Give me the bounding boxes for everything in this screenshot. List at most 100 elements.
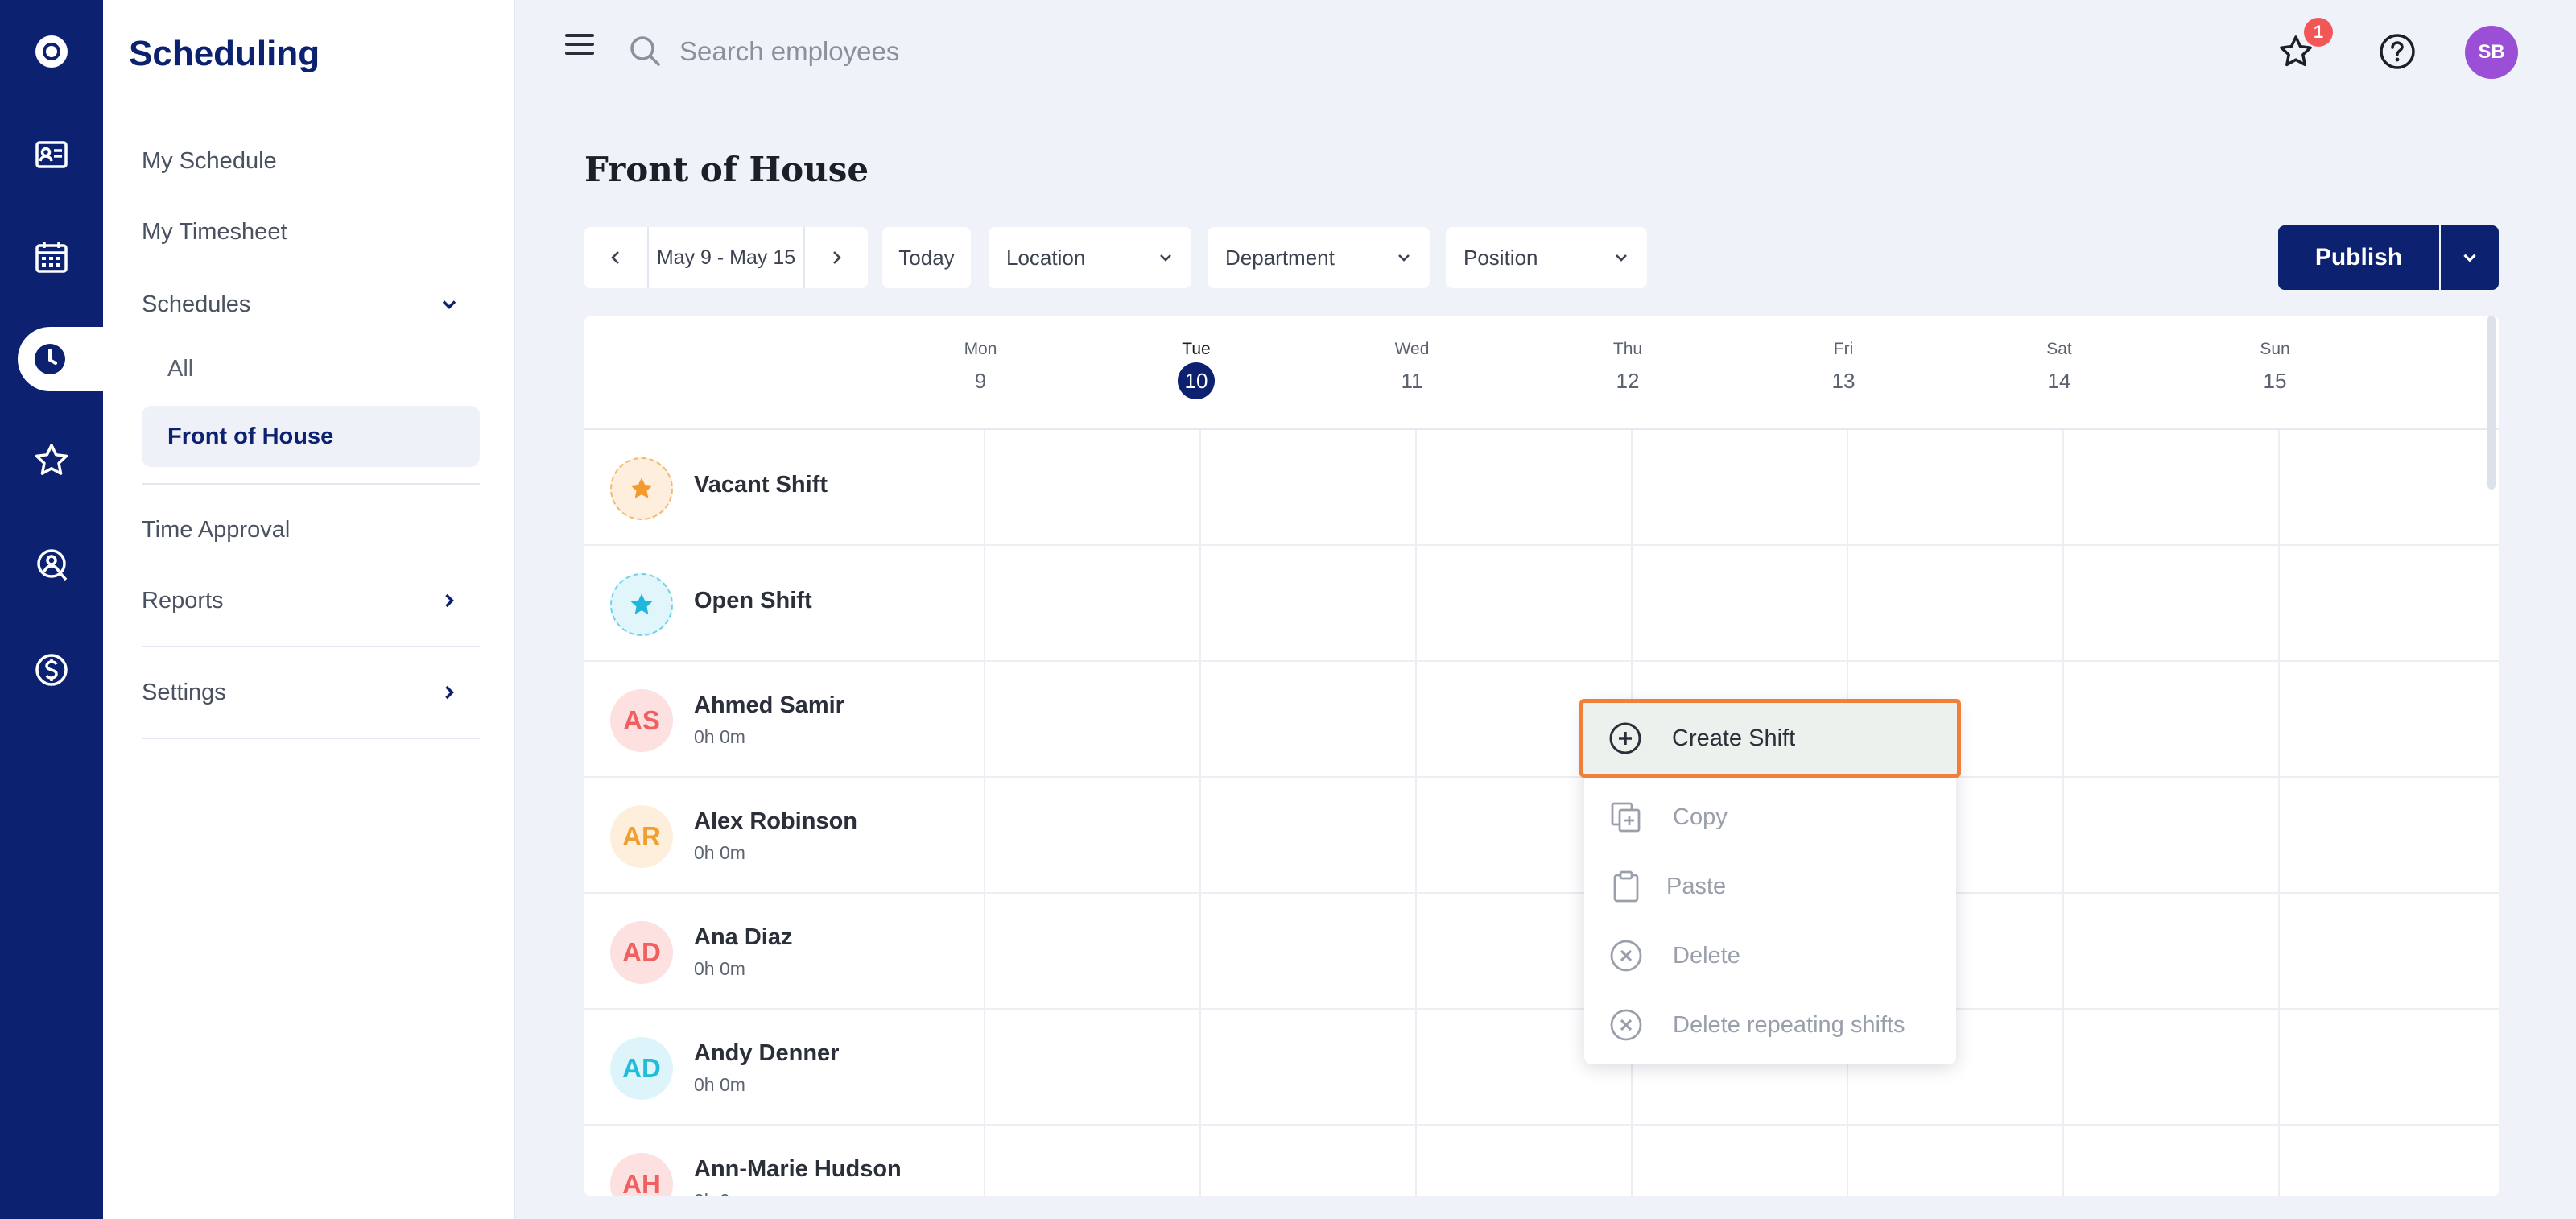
nav-schedules-label: Schedules	[142, 291, 251, 317]
chevron-down-icon	[2463, 254, 2476, 262]
delete-circle-icon	[1610, 1009, 1642, 1041]
department-dropdown[interactable]: Department	[1208, 227, 1430, 288]
day-name: Sat	[2046, 340, 2072, 358]
copy-label: Copy	[1673, 804, 1728, 830]
employee-hours: 0h 0m	[694, 842, 745, 863]
delete-circle-icon	[1610, 940, 1642, 972]
nav-reports[interactable]: Reports	[142, 570, 480, 631]
date-range-label[interactable]: May 9 - May 15	[647, 227, 805, 288]
top-bar	[515, 0, 2576, 103]
add-circle-icon	[1609, 722, 1641, 754]
search-employees-input[interactable]	[679, 27, 1243, 76]
page-title: Front of House	[584, 150, 869, 189]
nav-schedules-all[interactable]: All	[142, 338, 480, 399]
employee-avatar: AR	[610, 805, 673, 868]
create-shift-menu-item[interactable]: Create Shift	[1579, 699, 1961, 778]
calendar-icon[interactable]	[0, 225, 103, 290]
employee-card-icon[interactable]	[0, 122, 103, 187]
help-icon[interactable]	[2376, 31, 2418, 72]
open-shift-avatar	[610, 573, 673, 636]
dollar-icon[interactable]	[0, 638, 103, 702]
nav-settings[interactable]: Settings	[142, 662, 480, 723]
publish-options-button[interactable]	[2441, 225, 2499, 290]
copy-menu-item[interactable]: Copy	[1584, 783, 1956, 852]
vacant-shift-avatar	[610, 457, 673, 520]
table-row[interactable]: AD Andy Denner 0h 0m	[584, 1010, 2499, 1126]
nav-my-schedule[interactable]: My Schedule	[142, 130, 480, 192]
chevron-down-icon	[442, 300, 456, 309]
table-row-vacant-shift[interactable]: Vacant Shift	[584, 430, 2499, 546]
day-name: Mon	[964, 340, 997, 358]
clipboard-icon	[1613, 870, 1639, 903]
today-button[interactable]: Today	[882, 227, 971, 288]
grid-scrollbar[interactable]	[2487, 316, 2496, 490]
notification-badge: 1	[2304, 18, 2333, 47]
day-header-thu: Thu 12	[1520, 340, 1736, 399]
delete-menu-item[interactable]: Delete	[1584, 921, 1956, 990]
previous-week-button[interactable]	[584, 227, 647, 288]
position-dropdown-label: Position	[1463, 245, 1538, 270]
employee-avatar: AS	[610, 689, 673, 752]
day-number: 9	[974, 368, 987, 393]
create-shift-label: Create Shift	[1672, 725, 1796, 751]
nav-divider	[142, 646, 480, 647]
hamburger-menu-icon[interactable]	[565, 34, 594, 58]
employee-name: Vacant Shift	[694, 472, 828, 498]
employee-name: Andy Denner	[694, 1040, 840, 1066]
employee-hours: 0h 0m	[694, 726, 745, 747]
day-header-wed: Wed 11	[1304, 340, 1520, 399]
delete-label: Delete	[1673, 942, 1740, 969]
day-name: Wed	[1394, 340, 1430, 358]
user-avatar[interactable]: SB	[2465, 26, 2518, 79]
chevron-left-icon	[611, 251, 619, 264]
table-row[interactable]: AD Ana Diaz 0h 0m	[584, 894, 2499, 1010]
employee-name: Open Shift	[694, 588, 812, 614]
search-icon	[630, 36, 660, 66]
search-person-icon[interactable]	[0, 533, 103, 597]
employee-name: Ann-Marie Hudson	[694, 1156, 902, 1182]
table-row-open-shift[interactable]: Open Shift	[584, 546, 2499, 662]
next-week-button[interactable]	[805, 227, 868, 288]
nav-schedules-front-of-house[interactable]: Front of House	[142, 406, 480, 467]
employee-hours: 0h 0m	[694, 1074, 745, 1095]
star-icon	[630, 477, 653, 498]
paste-menu-item[interactable]: Paste	[1584, 852, 1956, 921]
app-logo-icon[interactable]	[0, 19, 103, 84]
left-nav: Scheduling My Schedule My Timesheet Sche…	[103, 0, 515, 1219]
schedule-grid: Mon 9 Tue 10 Wed 11 Thu 12 Fri 13 Sat 14…	[584, 316, 2499, 1196]
position-dropdown[interactable]: Position	[1446, 227, 1647, 288]
copy-icon	[1611, 802, 1641, 833]
day-number: 12	[1616, 368, 1640, 393]
day-name: Thu	[1612, 340, 1643, 358]
employee-hours: 0h 0m	[694, 958, 745, 979]
delete-repeating-shifts-menu-item[interactable]: Delete repeating shifts	[1584, 990, 1956, 1060]
publish-button[interactable]: Publish	[2278, 225, 2439, 290]
employee-name: Alex Robinson	[694, 808, 858, 834]
star-icon[interactable]	[0, 428, 103, 493]
nav-reports-label: Reports	[142, 587, 224, 614]
star-icon	[630, 593, 653, 614]
table-row[interactable]: AH Ann-Marie Hudson 0h 0m	[584, 1126, 2499, 1196]
chevron-right-icon	[445, 685, 454, 700]
chevron-down-icon	[1160, 254, 1171, 262]
day-number: 15	[2263, 368, 2287, 393]
paste-label: Paste	[1666, 873, 1727, 899]
day-name: Sun	[2260, 340, 2290, 358]
employee-avatar: AD	[610, 1037, 673, 1100]
day-header-fri: Fri 13	[1736, 340, 1951, 399]
nav-time-approval[interactable]: Time Approval	[142, 499, 480, 560]
nav-schedules[interactable]: Schedules	[142, 274, 480, 335]
day-header-sun: Sun 15	[2167, 340, 2383, 399]
day-header-tue: Tue 10	[1088, 340, 1304, 399]
employee-name: Ahmed Samir	[694, 692, 844, 718]
table-row[interactable]: AS Ahmed Samir 0h 0m	[584, 662, 2499, 778]
day-number: 13	[1831, 368, 1856, 393]
table-row[interactable]: AR Alex Robinson 0h 0m	[584, 778, 2499, 894]
day-number: 11	[1401, 368, 1423, 393]
delete-repeating-shifts-label: Delete repeating shifts	[1673, 1011, 1905, 1038]
chevron-right-icon	[833, 251, 841, 264]
cell-context-menu: Create Shift Copy Paste Delete Delete re…	[1579, 699, 1961, 1064]
nav-my-timesheet[interactable]: My Timesheet	[142, 201, 480, 262]
location-dropdown[interactable]: Location	[989, 227, 1191, 288]
chevron-right-icon	[445, 593, 454, 608]
